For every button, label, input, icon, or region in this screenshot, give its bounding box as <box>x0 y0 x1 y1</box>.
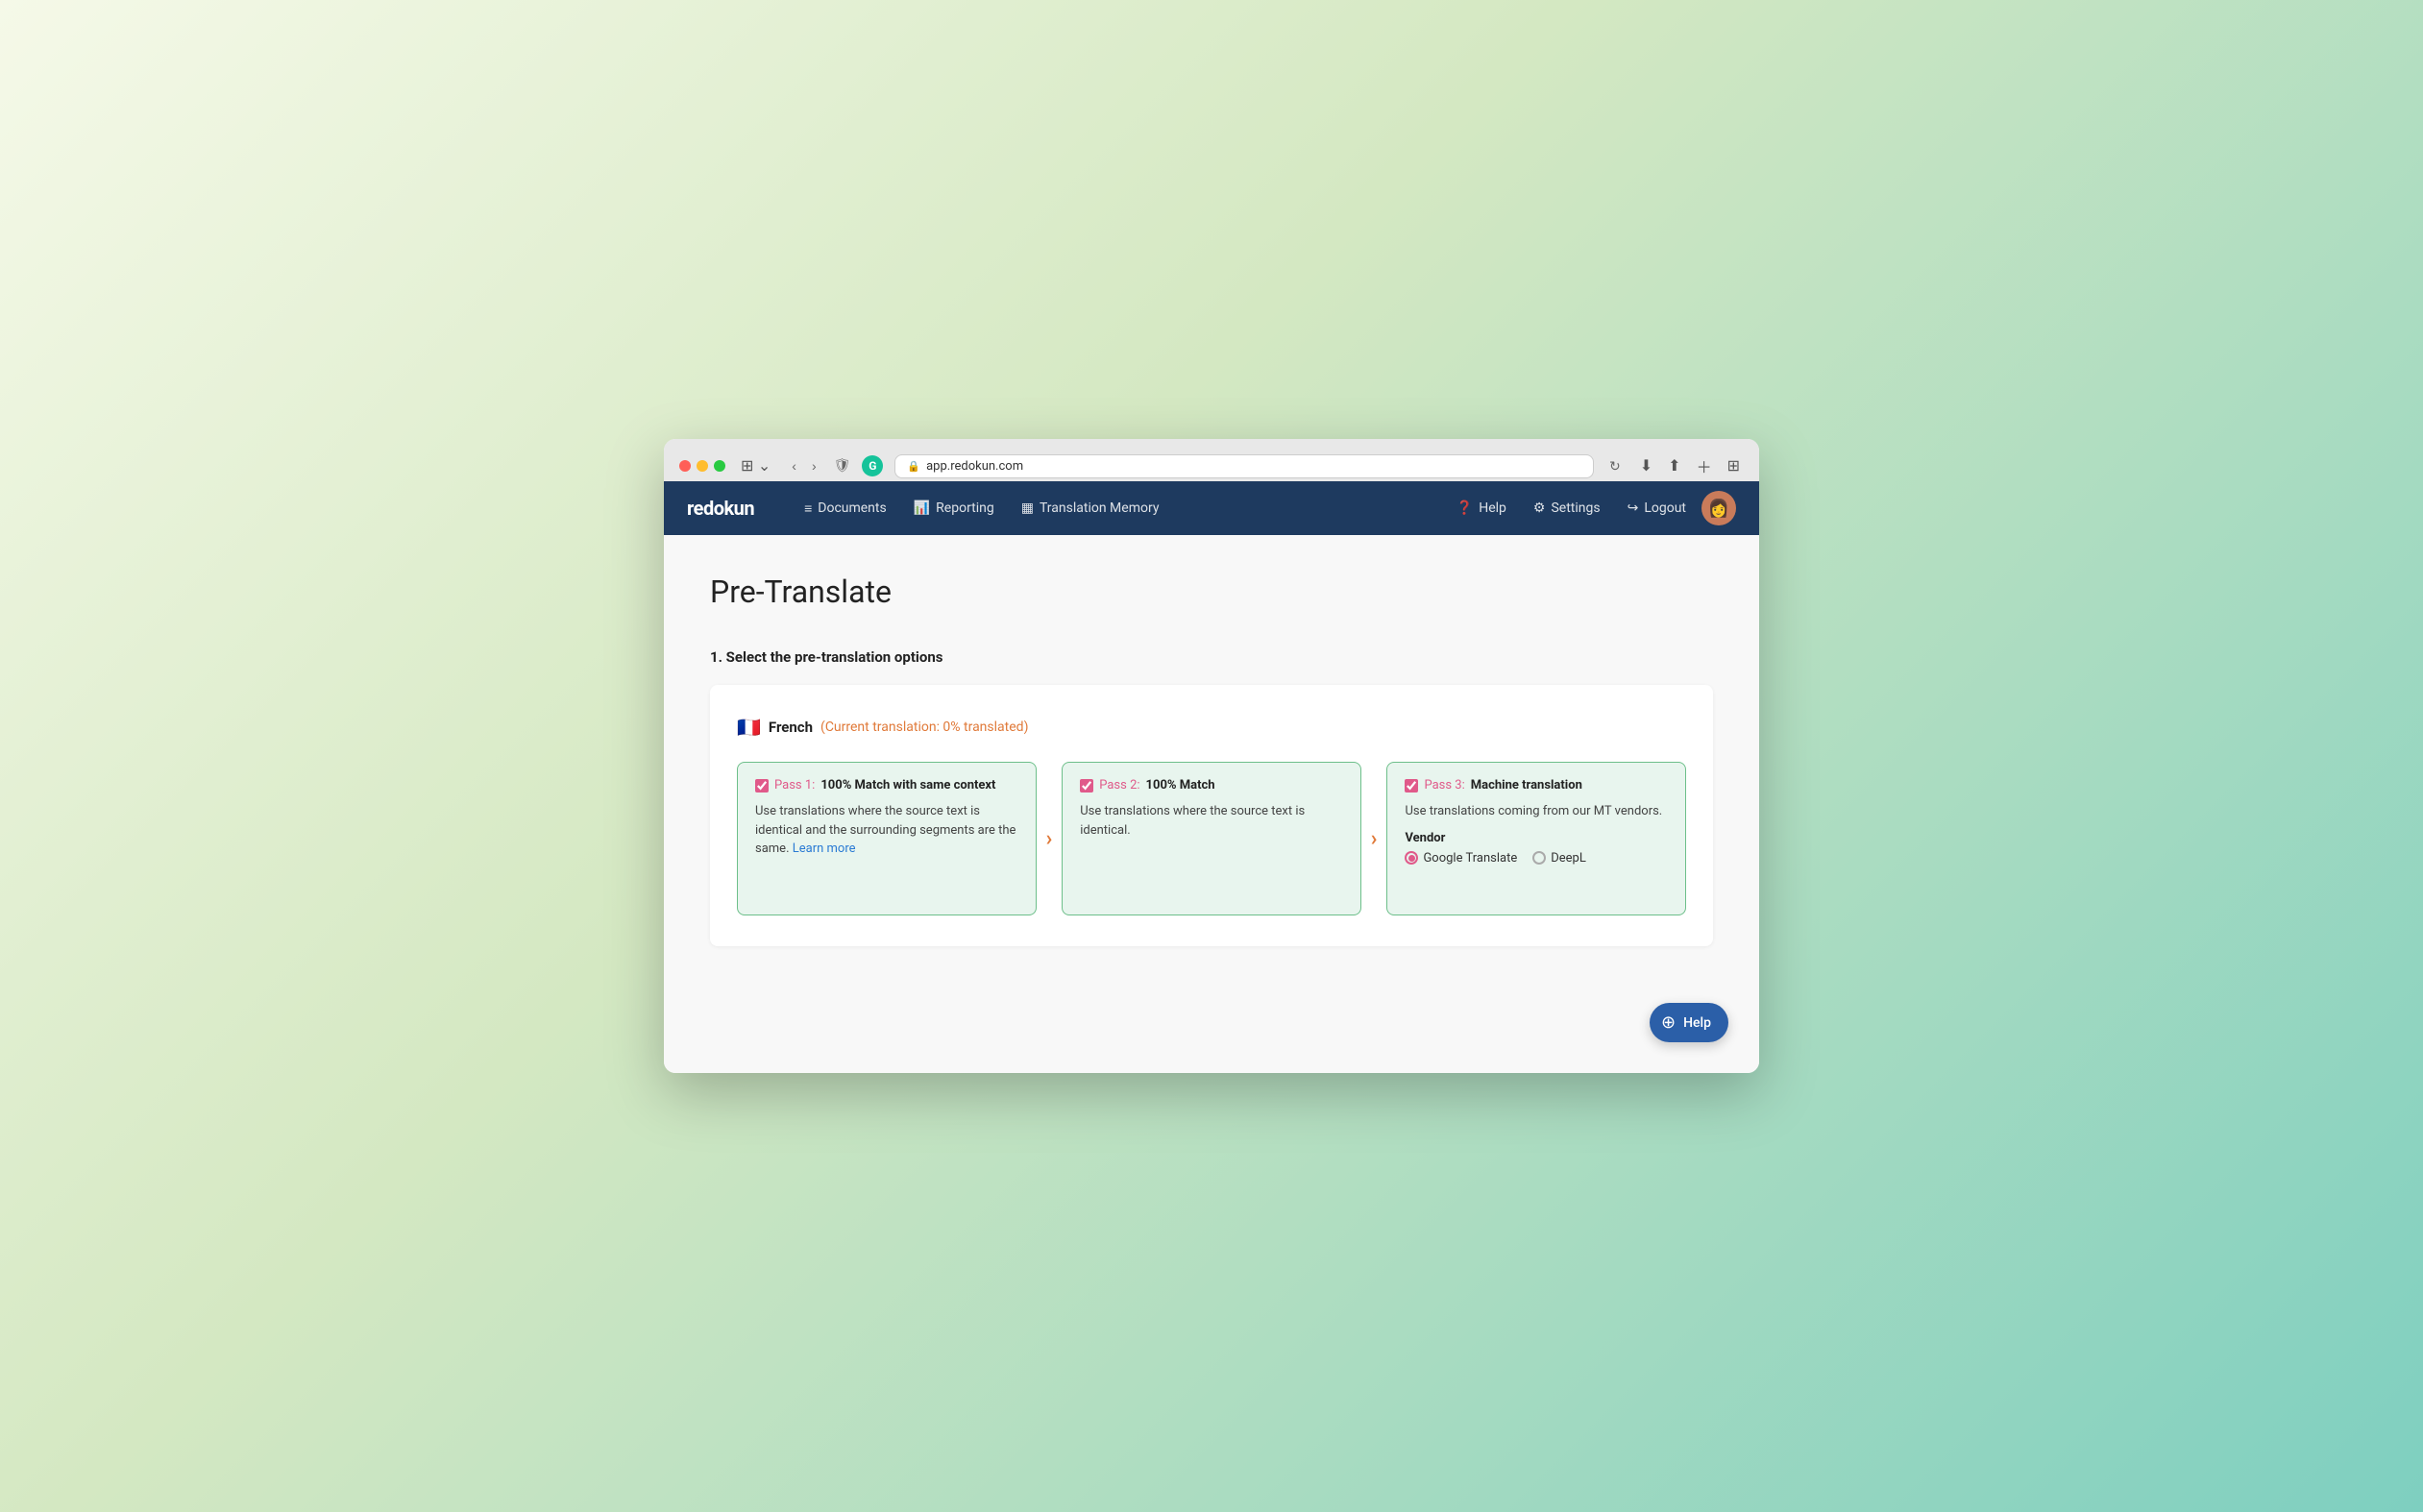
minimize-button[interactable] <box>697 460 708 472</box>
vendor-label: Vendor <box>1405 831 1668 845</box>
address-bar[interactable]: 🔒 app.redokun.com <box>894 454 1594 478</box>
back-button[interactable]: ‹ <box>786 456 802 476</box>
nav-logout[interactable]: ↪ Logout <box>1616 495 1698 522</box>
logout-label: Logout <box>1644 500 1686 516</box>
pass3-label: Pass 3: <box>1424 778 1464 793</box>
pass2-body: Use translations where the source text i… <box>1080 802 1343 840</box>
traffic-lights <box>679 460 725 472</box>
vendor-section: Vendor Google Translate DeepL <box>1405 831 1668 866</box>
learn-more-link[interactable]: Learn more <box>793 841 856 856</box>
vendor-deepl-radio[interactable] <box>1532 851 1546 865</box>
browser-window: ⊞ ⌄ ‹ › 🛡 G 🔒 app.redokun.com ↻ ⬇ ⬆ ＋ ⊞ <box>664 439 1759 1073</box>
help-float-label: Help <box>1683 1015 1711 1031</box>
gear-icon: ⚙ <box>1533 500 1546 516</box>
help-label: Help <box>1479 500 1506 516</box>
pass1-checkbox[interactable] <box>755 779 769 793</box>
new-tab-button[interactable]: ＋ <box>1693 451 1716 481</box>
lock-icon: 🔒 <box>907 460 920 473</box>
nav-links: ≡ Documents 📊 Reporting ▦ Translation Me… <box>793 495 1422 523</box>
arrow-connector-1: › <box>1037 827 1063 851</box>
page-content: Pre-Translate 1. Select the pre-translat… <box>664 535 1759 1073</box>
translation-memory-label: Translation Memory <box>1040 500 1159 516</box>
address-text: app.redokun.com <box>926 459 1023 474</box>
nav-settings[interactable]: ⚙ Settings <box>1522 495 1612 522</box>
grammarly-icon: G <box>862 455 883 476</box>
pass2-label: Pass 2: <box>1099 778 1139 793</box>
documents-label: Documents <box>818 500 886 516</box>
pass3-title: Machine translation <box>1471 778 1582 793</box>
vendor-google-label: Google Translate <box>1423 851 1517 866</box>
help-icon: ❓ <box>1456 500 1473 516</box>
language-name: French <box>769 719 813 736</box>
vendor-options: Google Translate DeepL <box>1405 851 1668 866</box>
reporting-icon: 📊 <box>914 500 930 516</box>
pass2-header: Pass 2: 100% Match <box>1080 778 1343 793</box>
download-button[interactable]: ⬇ <box>1636 452 1656 479</box>
shield-icon: 🛡 <box>834 458 851 474</box>
share-button[interactable]: ⬆ <box>1664 452 1684 479</box>
pass2-body-text: Use translations where the source text i… <box>1080 804 1305 838</box>
brand-logo: redokun <box>687 497 754 520</box>
nav-right: ❓ Help ⚙ Settings ↪ Logout 👩 <box>1445 491 1736 525</box>
close-button[interactable] <box>679 460 691 472</box>
browser-actions: ⬇ ⬆ ＋ ⊞ <box>1636 451 1744 481</box>
vendor-google-option[interactable]: Google Translate <box>1405 851 1517 866</box>
pass2-checkbox[interactable] <box>1080 779 1093 793</box>
language-header: 🇫🇷 French (Current translation: 0% trans… <box>737 716 1686 739</box>
help-float-icon: ⊕ <box>1661 1012 1676 1033</box>
section-heading: 1. Select the pre-translation options <box>710 648 1713 666</box>
logout-icon: ↪ <box>1628 500 1639 516</box>
language-card: 🇫🇷 French (Current translation: 0% trans… <box>710 685 1713 946</box>
nav-buttons: ‹ › <box>786 456 821 476</box>
settings-label: Settings <box>1551 500 1600 516</box>
translation-memory-icon: ▦ <box>1021 500 1034 516</box>
navbar: redokun ≡ Documents 📊 Reporting ▦ Transl… <box>664 481 1759 535</box>
page-title: Pre-Translate <box>710 573 1713 610</box>
translation-status: (Current translation: 0% translated) <box>820 719 1028 735</box>
pass3-checkbox[interactable] <box>1405 779 1418 793</box>
nav-help[interactable]: ❓ Help <box>1445 495 1518 522</box>
vendor-google-radio[interactable] <box>1405 851 1418 865</box>
language-flag: 🇫🇷 <box>737 716 761 739</box>
pass1-card: Pass 1: 100% Match with same context Use… <box>737 762 1037 915</box>
sidebar-toggle-button[interactable]: ⊞ ⌄ <box>737 454 774 477</box>
browser-controls: ⊞ ⌄ ‹ › 🛡 G 🔒 app.redokun.com ↻ ⬇ ⬆ ＋ ⊞ <box>679 451 1744 481</box>
pass1-label: Pass 1: <box>774 778 815 793</box>
arrow-connector-2: › <box>1361 827 1387 851</box>
maximize-button[interactable] <box>714 460 725 472</box>
nav-documents[interactable]: ≡ Documents <box>793 495 898 523</box>
browser-chrome: ⊞ ⌄ ‹ › 🛡 G 🔒 app.redokun.com ↻ ⬇ ⬆ ＋ ⊞ <box>664 439 1759 481</box>
pass2-title: 100% Match <box>1146 778 1215 793</box>
pass2-card: Pass 2: 100% Match Use translations wher… <box>1062 762 1361 915</box>
passes-row: Pass 1: 100% Match with same context Use… <box>737 762 1686 915</box>
vendor-deepl-label: DeepL <box>1551 851 1586 866</box>
pass3-card: Pass 3: Machine translation Use translat… <box>1386 762 1686 915</box>
pass1-title: 100% Match with same context <box>820 778 995 793</box>
pass1-header: Pass 1: 100% Match with same context <box>755 778 1018 793</box>
reload-button[interactable]: ↻ <box>1605 454 1625 478</box>
reporting-label: Reporting <box>936 500 994 516</box>
pass3-body-text: Use translations coming from our MT vend… <box>1405 804 1662 818</box>
app-container: redokun ≡ Documents 📊 Reporting ▦ Transl… <box>664 481 1759 1073</box>
nav-reporting[interactable]: 📊 Reporting <box>902 495 1006 522</box>
pass3-body: Use translations coming from our MT vend… <box>1405 802 1668 821</box>
avatar[interactable]: 👩 <box>1701 491 1736 525</box>
grid-button[interactable]: ⊞ <box>1724 452 1744 479</box>
forward-button[interactable]: › <box>806 456 822 476</box>
documents-icon: ≡ <box>804 500 812 517</box>
nav-translation-memory[interactable]: ▦ Translation Memory <box>1010 495 1171 522</box>
pass1-body: Use translations where the source text i… <box>755 802 1018 859</box>
vendor-deepl-option[interactable]: DeepL <box>1532 851 1586 866</box>
pass3-header: Pass 3: Machine translation <box>1405 778 1668 793</box>
help-float-button[interactable]: ⊕ Help <box>1650 1003 1728 1042</box>
